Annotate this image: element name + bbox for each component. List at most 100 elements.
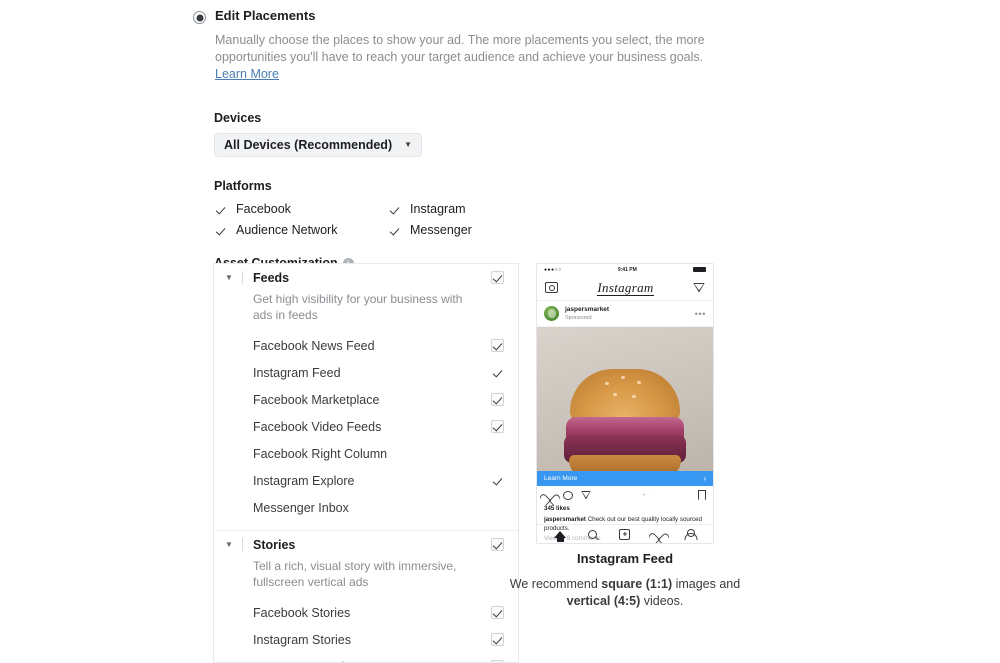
placement-group-header[interactable]: ▼ Feeds	[214, 264, 518, 291]
edit-placements-option[interactable]: Edit Placements	[193, 0, 738, 24]
platform-checkbox-facebook[interactable]: Facebook	[214, 202, 388, 216]
seed	[637, 381, 641, 384]
placement-item-label: Instagram Explore	[253, 473, 355, 488]
divider	[242, 538, 243, 551]
platform-checkbox-instagram[interactable]: Instagram	[388, 202, 562, 216]
placements-editor-page: Edit Placements Manually choose the plac…	[0, 0, 1000, 663]
bookmark-icon[interactable]	[698, 490, 706, 500]
placement-item[interactable]: Instagram Explore	[214, 467, 518, 494]
recommend-vertical: vertical (4:5)	[566, 594, 641, 608]
checkbox-checked-icon[interactable]	[491, 271, 504, 284]
placement-item[interactable]: Instagram Feed	[214, 359, 518, 386]
chevron-down-icon[interactable]: ▼	[222, 273, 236, 282]
comment-icon[interactable]	[563, 490, 573, 500]
placement-group-title: Feeds	[253, 270, 290, 285]
profile-icon[interactable]	[686, 529, 696, 540]
add-post-icon[interactable]	[619, 528, 631, 540]
checkbox-unchecked-icon[interactable]	[491, 447, 504, 460]
instagram-header: Instagram	[537, 275, 713, 301]
placement-item-label: Instagram Feed	[253, 365, 341, 380]
checkbox-checked-icon[interactable]	[491, 474, 504, 487]
preview-title: Instagram Feed	[576, 551, 674, 566]
signal-icon: ●●●○○	[544, 266, 562, 273]
edit-placements-title: Edit Placements	[215, 8, 316, 23]
placement-item[interactable]: Facebook Stories	[214, 599, 518, 626]
placement-item[interactable]: Messenger Stories	[214, 653, 518, 663]
checkbox-checked-icon[interactable]	[491, 538, 504, 551]
checkbox-checked-icon[interactable]	[491, 339, 504, 352]
placement-item-label: Messenger Inbox	[253, 500, 349, 515]
ad-creative-image	[537, 327, 713, 471]
seed	[632, 395, 636, 398]
sponsored-label: Sponsored	[565, 314, 592, 321]
checkbox-checked-icon[interactable]	[214, 224, 227, 237]
checkbox-checked-icon[interactable]	[491, 420, 504, 433]
heart-icon[interactable]	[544, 490, 555, 500]
send-icon[interactable]	[693, 283, 705, 293]
home-icon[interactable]	[554, 530, 567, 542]
checkbox-checked-icon[interactable]	[214, 203, 227, 216]
edit-placements-description: Manually choose the places to show your …	[215, 32, 738, 83]
platform-label: Facebook	[236, 202, 291, 216]
more-options-icon[interactable]: •••	[695, 309, 706, 318]
chevron-down-icon[interactable]: ▼	[222, 540, 236, 549]
devices-select-value: All Devices (Recommended)	[224, 138, 393, 152]
recommend-suffix: videos.	[640, 594, 684, 608]
activity-heart-icon[interactable]	[653, 529, 664, 539]
placements-list-panel: ▼ Feeds Get high visibility for your bus…	[213, 263, 519, 663]
radio-selected-icon[interactable]	[193, 11, 206, 24]
placement-item[interactable]: Facebook News Feed	[214, 332, 518, 359]
sponsor-info: jaspersmarket Sponsored	[565, 306, 695, 322]
divider	[242, 271, 243, 284]
placement-item-label: Messenger Stories	[253, 660, 491, 663]
platform-checkbox-audience-network[interactable]: Audience Network	[214, 223, 388, 237]
platform-label: Audience Network	[236, 223, 338, 237]
checkbox-checked-icon[interactable]	[491, 393, 504, 406]
share-icon[interactable]	[581, 491, 591, 500]
preview-recommendation: We recommend square (1:1) images and ver…	[500, 576, 750, 610]
recommend-middle: images and	[672, 577, 741, 591]
placement-group-title: Stories	[253, 537, 296, 552]
seed	[613, 393, 617, 396]
phone-mockup: ●●●○○ 9:41 PM Instagram jaspersmarket Sp…	[536, 263, 714, 544]
ad-preview-panel: ●●●○○ 9:41 PM Instagram jaspersmarket Sp…	[519, 263, 731, 544]
burger-bun-bottom	[569, 455, 681, 471]
avatar	[544, 306, 559, 321]
checkbox-checked-icon[interactable]	[388, 224, 401, 237]
checkbox-checked-icon[interactable]	[491, 366, 504, 379]
recommend-prefix: We recommend	[509, 577, 602, 591]
placement-item[interactable]: Instagram Stories	[214, 626, 518, 653]
platforms-checkbox-grid: Facebook Instagram Audience Network Mess…	[214, 202, 738, 237]
camera-icon[interactable]	[545, 282, 558, 293]
placement-item-label: Facebook Video Feeds	[253, 419, 382, 434]
devices-label: Devices	[214, 111, 262, 125]
search-icon[interactable]	[588, 529, 598, 539]
cta-label: Learn More	[544, 475, 578, 482]
checkbox-unchecked-icon[interactable]	[491, 501, 504, 514]
preview-caption: Instagram Feed We recommend square (1:1)…	[500, 551, 750, 610]
placement-item-label: Instagram Stories	[253, 632, 351, 647]
checkbox-checked-icon[interactable]	[388, 203, 401, 216]
platforms-label: Platforms	[214, 179, 272, 193]
placement-item[interactable]: Facebook Marketplace	[214, 386, 518, 413]
learn-more-link[interactable]: Learn More	[215, 67, 279, 81]
placement-item[interactable]: Facebook Video Feeds	[214, 413, 518, 440]
placement-item[interactable]: Messenger Inbox	[214, 494, 518, 521]
checkbox-checked-icon[interactable]	[491, 633, 504, 646]
platform-checkbox-messenger[interactable]: Messenger	[388, 223, 562, 237]
platform-label: Instagram	[410, 202, 466, 216]
cta-bar[interactable]: Learn More ›	[537, 471, 713, 486]
battery-icon	[692, 267, 706, 272]
placement-group-header[interactable]: ▼ Stories	[214, 531, 518, 558]
likes-count: 345 likes	[544, 505, 570, 512]
placement-group-stories: ▼ Stories Tell a rich, visual story with…	[214, 531, 518, 663]
edit-placements-description-text: Manually choose the places to show your …	[215, 33, 705, 64]
seed	[605, 382, 609, 385]
burger-bun-top	[570, 369, 680, 423]
seed	[621, 376, 625, 379]
devices-select[interactable]: All Devices (Recommended) ▼	[214, 133, 423, 157]
recommend-square: square (1:1)	[601, 577, 673, 591]
placement-item[interactable]: Facebook Right Column	[214, 440, 518, 467]
placement-item-label: Facebook News Feed	[253, 338, 375, 353]
